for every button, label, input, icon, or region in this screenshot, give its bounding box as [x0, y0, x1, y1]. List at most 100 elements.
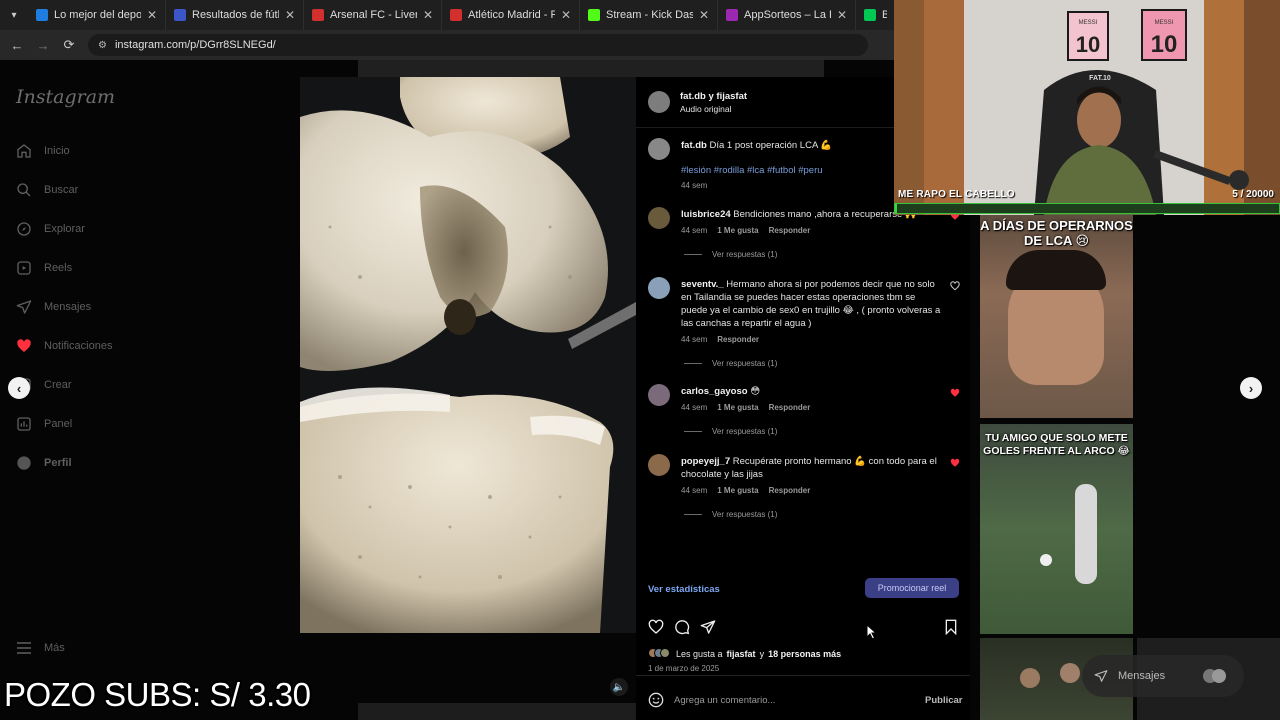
post-author-avatar[interactable] [648, 91, 670, 113]
messages-pill[interactable]: Mensajes [1082, 655, 1244, 697]
comment-likes[interactable]: 1 Me gusta [717, 403, 758, 412]
goal-label: ME RAPO EL CABELLO [898, 189, 1015, 200]
close-tab-icon[interactable]: ✕ [285, 8, 295, 22]
comment-like-heart-icon[interactable] [950, 388, 960, 400]
likes-summary[interactable]: Les gusta a fijasfat y 18 personas más [648, 648, 841, 660]
close-tab-icon[interactable]: ✕ [561, 8, 571, 22]
browser-tab[interactable]: Arsenal FC - Liverpool FC ✕ [304, 0, 442, 30]
sidebar-item-mensajes[interactable]: Mensajes [16, 299, 91, 315]
like-heart-icon[interactable] [648, 619, 664, 635]
sidebar-item-buscar[interactable]: Buscar [16, 182, 78, 198]
view-stats-link[interactable]: Ver estadísticas [648, 584, 720, 595]
reload-icon[interactable]: ⟳ [62, 37, 76, 53]
browser-tab[interactable]: Stream - Kick Dashboard ✕ [580, 0, 718, 30]
browser-tab[interactable]: Lo mejor del deporte y el ✕ [28, 0, 166, 30]
view-replies-button[interactable]: Ver respuestas (1) [684, 427, 777, 436]
comment-likes[interactable]: 1 Me gusta [717, 226, 758, 235]
bookmark-icon[interactable] [943, 619, 959, 635]
browser-tab[interactable]: AppSorteos – La Ruleta d ✕ [718, 0, 856, 30]
thumbnail-caption: TU AMIGO QUE SOLO METE GOLES FRENTE AL A… [983, 432, 1130, 457]
likes-user[interactable]: fijasfat [727, 649, 756, 659]
comment-username[interactable]: luisbrice24 [681, 209, 731, 220]
jersey-number-right: 10 [1151, 31, 1178, 58]
messenger-icon [16, 299, 32, 315]
reply-button[interactable]: Responder [717, 335, 759, 344]
browser-tab[interactable]: BAN [856, 0, 896, 30]
sidebar-item-label: Más [44, 642, 65, 654]
jersey-number-left: 10 [1076, 32, 1100, 57]
next-post-arrow-icon[interactable]: › [1240, 377, 1262, 399]
caption-hashtags[interactable]: #lesión #rodilla #lca #futbol #peru [681, 164, 823, 177]
reply-button[interactable]: Responder [769, 226, 811, 235]
comment-username[interactable]: popeyejj_7 [681, 456, 730, 467]
sidebar-item-more[interactable]: Más [16, 640, 65, 656]
comment-time: 44 sem [681, 486, 708, 495]
instagram-logo[interactable]: Instagram [16, 86, 115, 108]
previous-post-arrow-icon[interactable]: ‹ [8, 377, 30, 399]
reel-video[interactable] [300, 77, 636, 633]
audio-label[interactable]: Audio original [680, 103, 747, 116]
mouse-cursor-icon [866, 624, 878, 640]
comment-username[interactable]: seventv._ [681, 279, 724, 290]
streamer-webcam-image: MESSI 10 MESSI 10 FAT.10 [894, 0, 1280, 215]
comment-like-heart-icon[interactable] [950, 458, 960, 470]
comment-likes[interactable]: 1 Me gusta [717, 486, 758, 495]
sidebar-item-perfil[interactable]: Perfil [16, 455, 72, 471]
view-replies-button[interactable]: Ver respuestas (1) [684, 250, 777, 259]
close-tab-icon[interactable]: ✕ [699, 8, 709, 22]
commenter-avatar[interactable] [648, 277, 670, 299]
sidebar-item-notificaciones[interactable]: Notificaciones [16, 338, 112, 354]
comment-meta: 44 sem 1 Me gusta Responder [681, 403, 810, 412]
player-image [1075, 484, 1097, 584]
grid-thumbnail[interactable]: A DÍAS DE OPERARNOS DE LCA 😢 [980, 210, 1133, 418]
promote-reel-button[interactable]: Promocionar reel [865, 578, 959, 598]
sidebar-item-label: Buscar [44, 184, 79, 196]
post-header: fat.db y fijasfat Audio original [680, 90, 747, 116]
commenter-avatar[interactable] [648, 384, 670, 406]
sidebar-item-reels[interactable]: Reels [16, 260, 72, 276]
message-avatars [1203, 669, 1227, 683]
forward-arrow-icon[interactable]: → [36, 38, 50, 53]
profile-avatar [16, 455, 32, 471]
reply-button[interactable]: Responder [769, 486, 811, 495]
sidebar-item-panel[interactable]: Panel [16, 416, 72, 432]
browser-tab[interactable]: Resultados de fútbol en d ✕ [166, 0, 304, 30]
back-arrow-icon[interactable]: ← [10, 38, 24, 53]
address-bar[interactable]: ⚙ instagram.com/p/DGrr8SLNEGd/ [88, 34, 868, 56]
publish-button[interactable]: Publicar [925, 695, 963, 706]
comment-input[interactable]: Agrega un comentario... [674, 695, 775, 706]
view-replies-button[interactable]: Ver respuestas (1) [684, 510, 777, 519]
tab-search-menu-icon[interactable]: ▾ [4, 5, 24, 25]
likes-others[interactable]: 18 personas más [768, 649, 841, 659]
jersey-name-left: MESSI [1079, 20, 1098, 26]
share-icon[interactable] [700, 619, 716, 635]
tab-title: Stream - Kick Dashboard [606, 9, 693, 21]
post-author-name[interactable]: fat.db y fijasfat [680, 90, 747, 103]
close-tab-icon[interactable]: ✕ [837, 8, 847, 22]
tab-title: BAN [882, 9, 887, 21]
comment-username[interactable]: carlos_gayoso [681, 386, 748, 397]
sidebar-item-inicio[interactable]: Inicio [16, 143, 70, 159]
close-tab-icon[interactable]: ✕ [147, 8, 157, 22]
commenter-avatar[interactable] [648, 207, 670, 229]
comment-like-heart-icon[interactable] [950, 281, 960, 293]
face-image [1020, 668, 1040, 688]
view-replies-button[interactable]: Ver respuestas (1) [684, 359, 777, 368]
close-tab-icon[interactable]: ✕ [423, 8, 433, 22]
emoji-icon[interactable] [648, 692, 664, 708]
comment-icon[interactable] [674, 619, 690, 635]
site-info-icon[interactable]: ⚙ [98, 40, 107, 51]
reels-icon [16, 260, 32, 276]
commenter-avatar[interactable] [648, 454, 670, 476]
caption-user[interactable]: fat.db [681, 140, 707, 151]
sidebar-item-label: Mensajes [44, 301, 92, 313]
caption-avatar[interactable] [648, 138, 670, 160]
sidebar-item-label: Explorar [44, 223, 85, 235]
browser-tab[interactable]: Atlético Madrid - Real Ma ✕ [442, 0, 580, 30]
grid-thumbnail[interactable]: TU AMIGO QUE SOLO METE GOLES FRENTE AL A… [980, 424, 1133, 634]
reply-button[interactable]: Responder [769, 403, 811, 412]
mute-toggle-icon[interactable]: 🔈 [610, 678, 628, 696]
view-replies-label: Ver respuestas (1) [712, 427, 778, 436]
sidebar-item-explorar[interactable]: Explorar [16, 221, 85, 237]
dashboard-icon [16, 416, 32, 432]
